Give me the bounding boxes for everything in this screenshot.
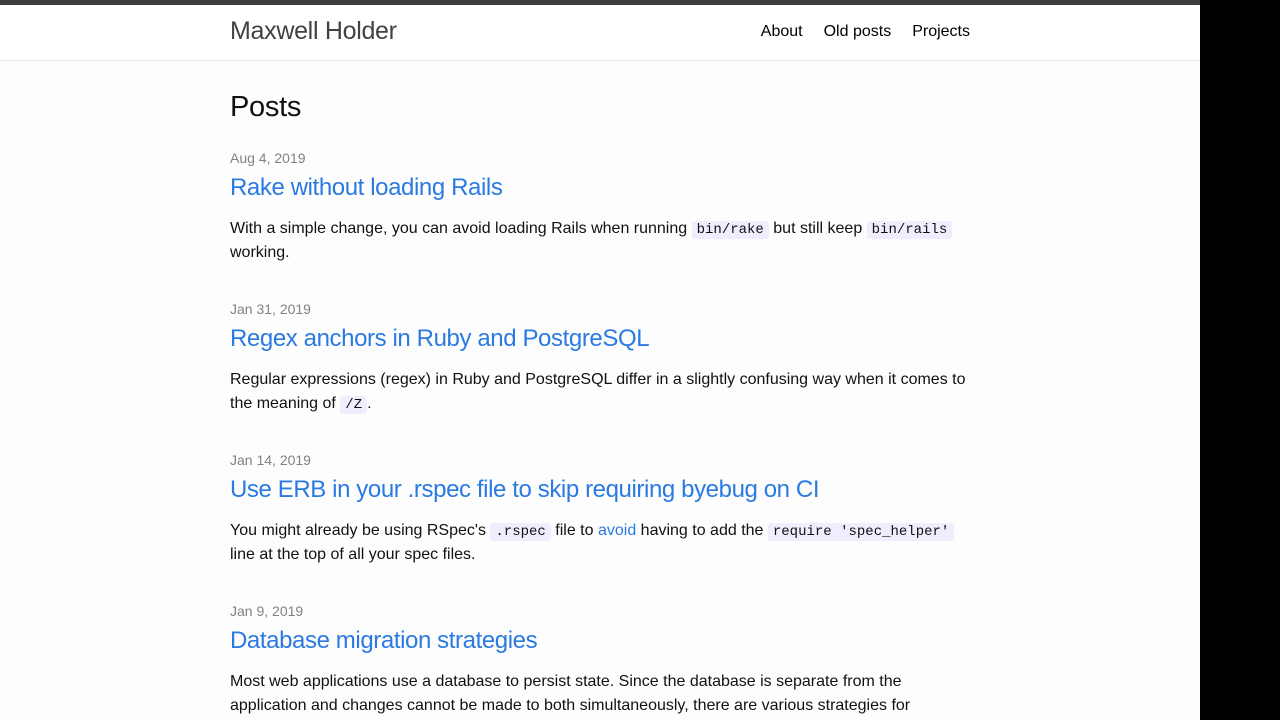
post-excerpt: Most web applications use a database to …: [230, 670, 970, 720]
inline-code: bin/rails: [867, 221, 953, 239]
post-item: Jan 14, 2019 Use ERB in your .rspec file …: [230, 452, 970, 567]
post-item: Jan 31, 2019 Regex anchors in Ruby and Po…: [230, 301, 970, 416]
nav-link-projects[interactable]: Projects: [912, 23, 970, 41]
post-date: Jan 9, 2019: [230, 603, 970, 619]
page-title: Posts: [230, 91, 970, 124]
post-excerpt: You might already be using RSpec's .rspe…: [230, 519, 970, 567]
page-viewport: Maxwell Holder About Old posts Projects …: [0, 0, 1200, 720]
post-excerpt: With a simple change, you can avoid load…: [230, 217, 970, 265]
post-date: Aug 4, 2019: [230, 150, 970, 166]
post-title-link[interactable]: Use ERB in your .rspec file to skip requ…: [230, 476, 819, 503]
post-title: Database migration strategies: [230, 626, 970, 656]
post-item: Aug 4, 2019 Rake without loading Rails Wit…: [230, 150, 970, 265]
post-title-link[interactable]: Database migration strategies: [230, 627, 537, 654]
post-item: Jan 9, 2019 Database migration strategies…: [230, 603, 970, 720]
post-date: Jan 14, 2019: [230, 452, 970, 468]
post-title: Regex anchors in Ruby and PostgreSQL: [230, 324, 970, 354]
post-date: Jan 31, 2019: [230, 301, 970, 317]
inline-code: bin/rake: [692, 221, 769, 239]
excerpt-link[interactable]: avoid: [598, 522, 636, 539]
post-title: Use ERB in your .rspec file to skip requ…: [230, 475, 970, 505]
inline-code: /Z: [340, 396, 367, 414]
main-content: Posts Aug 4, 2019 Rake without loading Ra…: [0, 61, 1200, 720]
post-list: Aug 4, 2019 Rake without loading Rails Wit…: [230, 150, 970, 720]
main-nav: About Old posts Projects: [761, 23, 970, 41]
inline-code: require 'spec_helper': [768, 523, 954, 541]
site-title-link[interactable]: Maxwell Holder: [230, 17, 397, 46]
inline-code: .rspec: [490, 523, 550, 541]
post-title: Rake without loading Rails: [230, 173, 970, 203]
post-excerpt: Regular expressions (regex) in Ruby and …: [230, 368, 970, 416]
post-title-link[interactable]: Rake without loading Rails: [230, 174, 502, 201]
site-header: Maxwell Holder About Old posts Projects: [0, 5, 1200, 61]
post-title-link[interactable]: Regex anchors in Ruby and PostgreSQL: [230, 325, 649, 352]
nav-link-about[interactable]: About: [761, 23, 803, 41]
nav-link-old-posts[interactable]: Old posts: [824, 23, 892, 41]
